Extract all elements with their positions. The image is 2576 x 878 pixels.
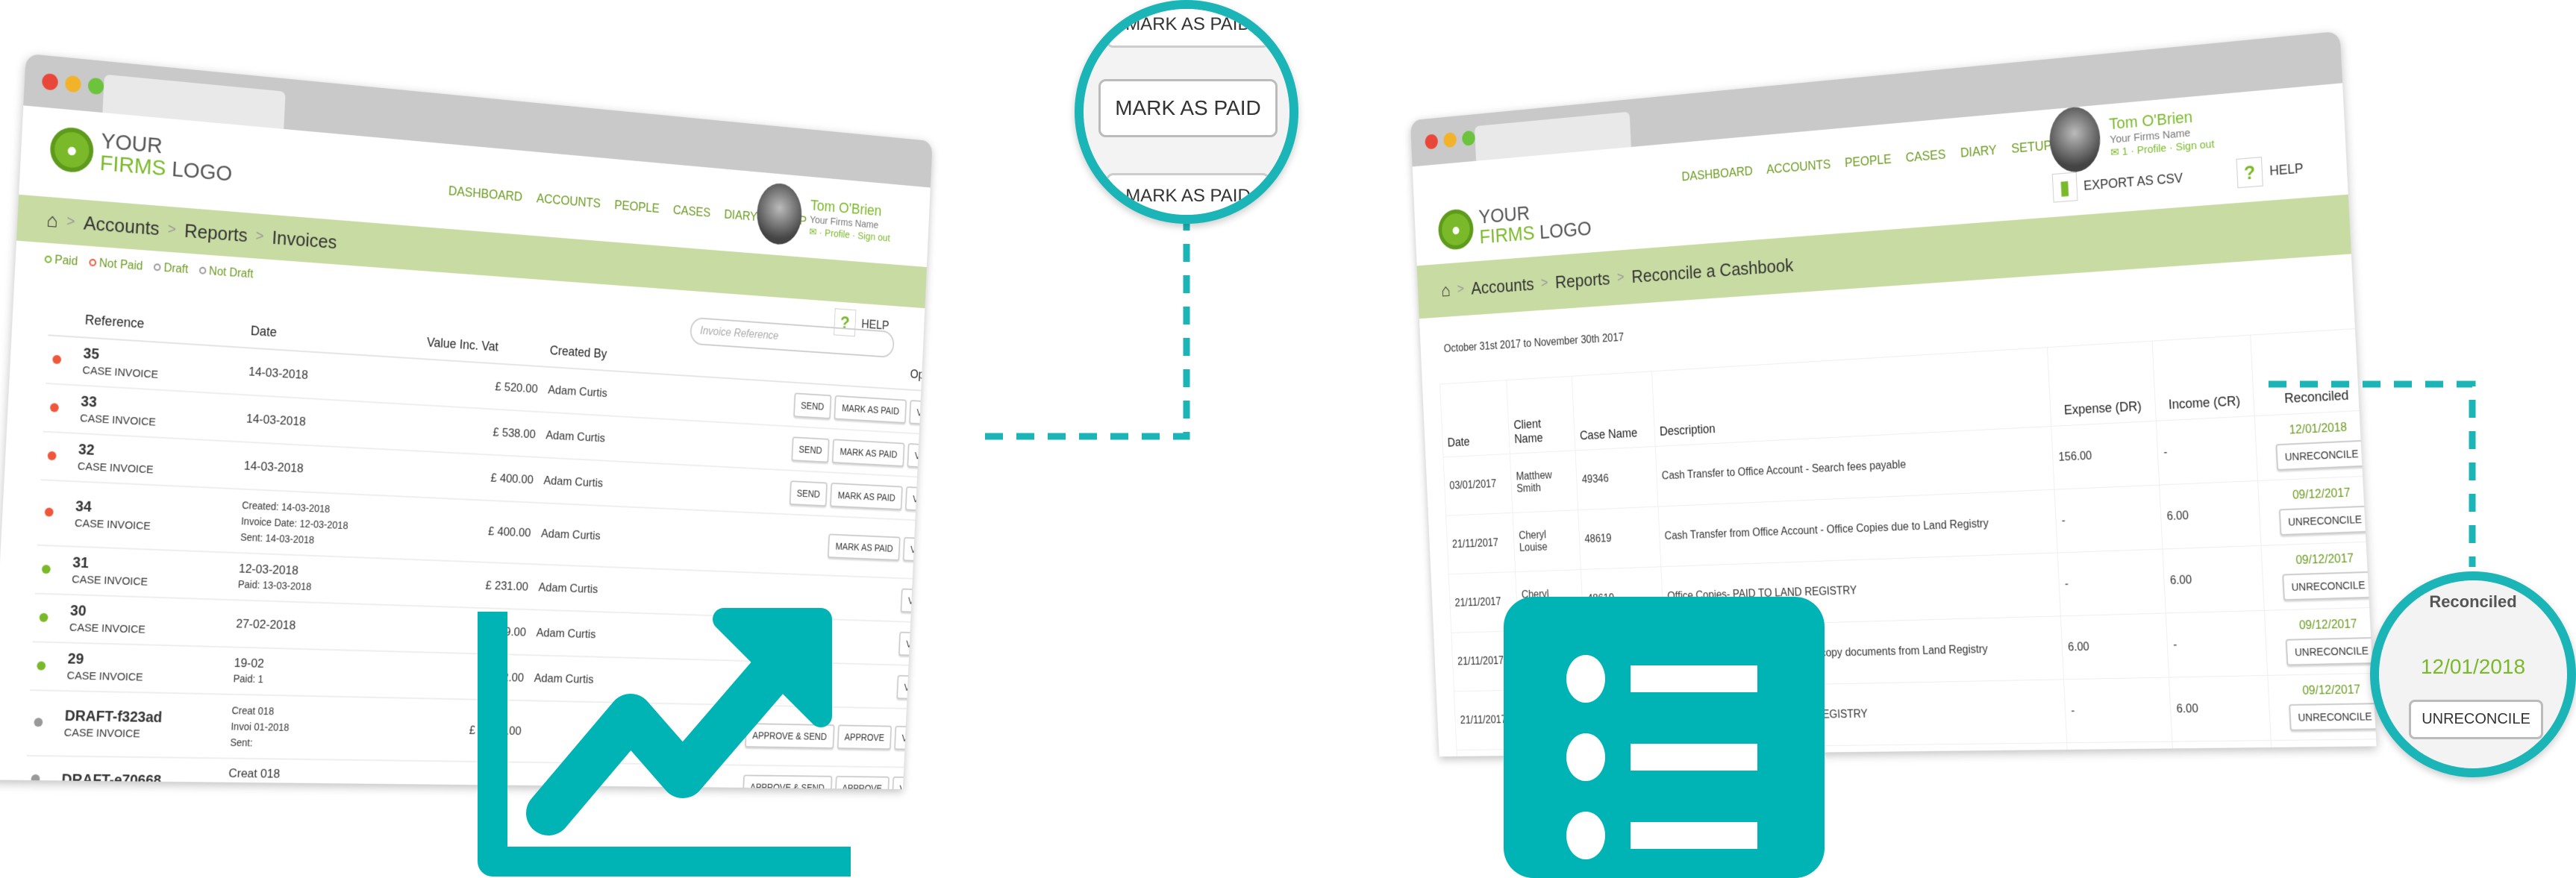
list-document-icon <box>1504 597 1825 878</box>
magnifier-reconciled: Reconciled 12/01/2018 UNRECONCILE <box>2370 571 2576 777</box>
connector-left <box>985 224 1190 440</box>
connector-right <box>2269 380 2476 567</box>
chart-trend-icon <box>478 608 851 877</box>
mark-as-paid-button[interactable]: MARK AS PAID <box>1106 173 1270 215</box>
reconciled-header: Reconciled <box>2429 592 2517 611</box>
reconciled-date: 12/01/2018 <box>2420 655 2526 678</box>
mark-as-paid-button[interactable]: MARK AS PAID <box>1098 79 1278 137</box>
mark-as-paid-button[interactable]: MARK AS PAID <box>1106 9 1270 48</box>
unreconcile-button[interactable]: UNRECONCILE <box>2409 700 2543 739</box>
magnifier-mark-as-paid: MARK AS PAID MARK AS PAID MARK AS PAID <box>1075 0 1298 224</box>
